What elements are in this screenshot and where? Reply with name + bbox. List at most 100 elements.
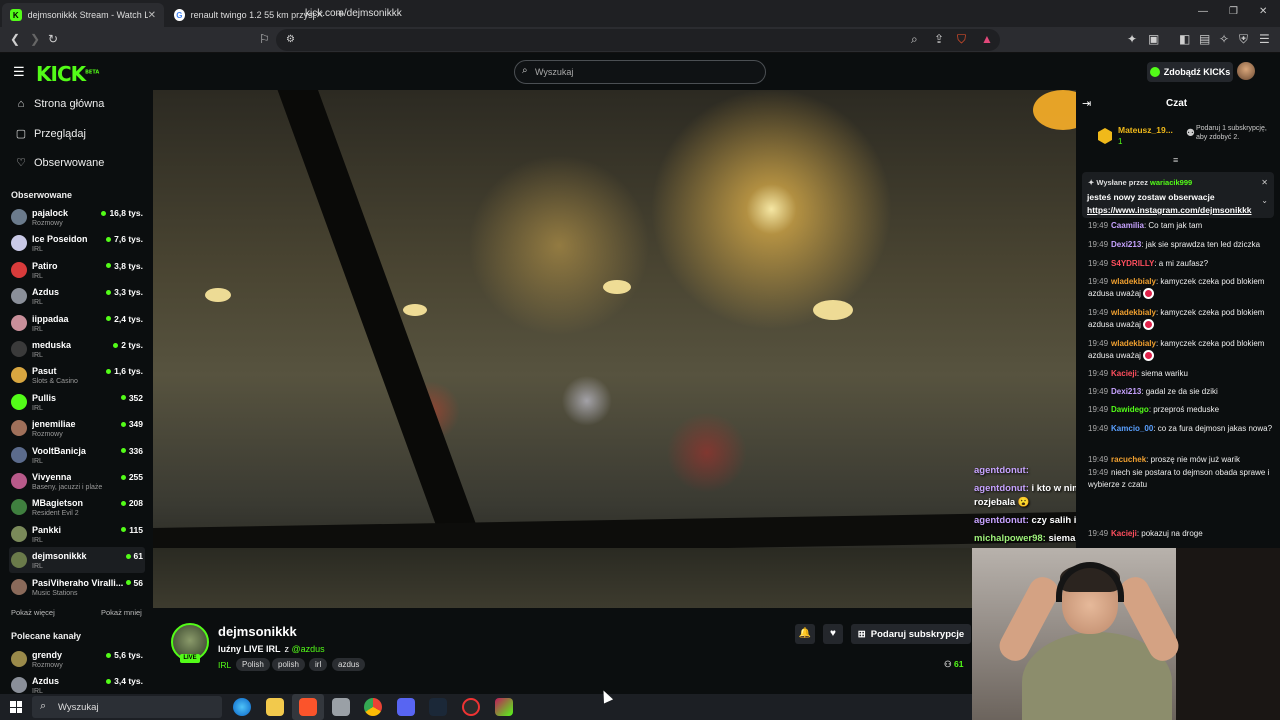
followed-channel-item[interactable]: dejmsonikkk IRL 61 <box>9 547 145 574</box>
chat-message[interactable]: 19:49 S4YDRILLY: a mi zaufasz? <box>1088 258 1274 270</box>
notification-bell-icon[interactable]: 🔔 <box>795 624 815 644</box>
channel-category: IRL <box>32 563 43 571</box>
taskbar-search[interactable]: ⌕ Wyszukaj <box>32 696 222 718</box>
get-kicks-button[interactable]: Zdobądź KICKs <box>1147 62 1233 82</box>
followed-channel-item[interactable]: VooltBanicja IRL 336 <box>9 442 145 468</box>
viewer-count: 7,6 tys. <box>106 234 143 244</box>
followed-channel-item[interactable]: Pankki IRL 115 <box>9 521 145 547</box>
chat-message[interactable]: 19:49 racuchek: proszę nie mów już warik <box>1088 454 1274 466</box>
user-avatar[interactable] <box>1237 62 1255 80</box>
back-icon[interactable]: ❮ <box>10 32 20 46</box>
discord-icon[interactable] <box>397 698 415 716</box>
windshield-wiper <box>263 90 491 577</box>
chat-message[interactable]: 19:49 Dexi213: gadal ze da sie dziki <box>1088 386 1274 398</box>
followed-channel-item[interactable]: Ice Poseidon IRL 7,6 tys. <box>9 230 145 256</box>
windows-start-icon[interactable] <box>10 701 22 713</box>
chat-message[interactable]: 19:49 niech sie postara to dejmson obada … <box>1088 467 1274 491</box>
nav-browse[interactable]: ▢ Przeglądaj <box>14 127 86 141</box>
leo-ai-icon[interactable]: ✧ <box>1219 32 1229 46</box>
tag[interactable]: irl <box>309 658 328 671</box>
pinned-link[interactable]: https://www.instagram.com/dejmsonikkk <box>1087 205 1265 215</box>
followed-channel-item[interactable]: meduska IRL 2 tys. <box>9 336 145 362</box>
tab-groups-icon[interactable]: ▣ <box>1148 32 1159 46</box>
address-bar[interactable] <box>276 29 1000 51</box>
site-info-icon[interactable]: ⚙ <box>286 34 295 45</box>
hamburger-menu-icon[interactable]: ☰ <box>13 64 25 80</box>
close-window-button[interactable]: ✕ <box>1259 6 1267 17</box>
menu-icon[interactable]: ☰ <box>1259 32 1270 46</box>
nav-following[interactable]: ♡ Obserwowane <box>14 156 104 170</box>
chevron-down-icon[interactable]: ⌄ <box>1261 196 1268 205</box>
show-more-link[interactable]: Pokaż więcej <box>11 608 55 617</box>
followed-channel-item[interactable]: Azdus IRL 3,3 tys. <box>9 283 145 309</box>
followed-channel-item[interactable]: PasiViheraho Viralli... Music Stations 56 <box>9 574 145 600</box>
gift-subscription-button[interactable]: ⊞ Podaruj subskrypcje <box>851 624 971 644</box>
category-link[interactable]: IRL <box>218 660 231 670</box>
tag[interactable]: azdus <box>332 658 366 671</box>
file-explorer-icon[interactable] <box>266 698 284 716</box>
chat-message[interactable]: 19:49 Dawidego: przeproś meduske <box>1088 404 1274 416</box>
app-icon[interactable] <box>332 698 350 716</box>
tag[interactable]: Polish <box>236 658 270 671</box>
chat-message[interactable]: 19:49 Kamcio_00: co za fura dejmosn jakas… <box>1088 423 1274 435</box>
tab-kick[interactable]: K dejmsonikkk Stream - Watch Live ✕ <box>2 3 164 27</box>
edge-icon[interactable] <box>233 698 251 716</box>
video-player[interactable] <box>153 90 1076 608</box>
recommended-channel-item[interactable]: grendy Rozmowy 5,6 tys. <box>9 646 145 672</box>
collapse-chat-icon[interactable]: ⇥ <box>1082 97 1091 110</box>
with-user-link[interactable]: @azdus <box>292 644 325 654</box>
brave-rewards-icon[interactable]: ▲ <box>981 32 993 46</box>
followed-channel-item[interactable]: jenemiliae Rozmowy 349 <box>9 415 145 441</box>
obs-icon[interactable] <box>462 698 480 716</box>
followed-channel-item[interactable]: pajalock Rozmowy 16,8 tys. <box>9 204 145 230</box>
followed-channel-item[interactable]: Patiro IRL 3,8 tys. <box>9 257 145 283</box>
url-text[interactable]: kick.com/dejmsonikkk <box>305 8 402 19</box>
search-input[interactable]: ⌕ Wyszukaj <box>514 60 766 84</box>
chrome-icon[interactable] <box>364 698 382 716</box>
nav-home[interactable]: ⌂ Strona główna <box>14 98 105 110</box>
chat-message[interactable]: 19:49 wladekbialy: kamyczek czeka pod blo… <box>1088 276 1274 300</box>
brave-shield-icon[interactable]: ⛉ <box>957 32 966 47</box>
restore-button[interactable]: ❐ <box>1229 6 1238 17</box>
chat-username: wladekbialy <box>1111 308 1156 317</box>
reload-icon[interactable]: ↻ <box>48 32 58 46</box>
chat-message[interactable]: 19:49 wladekbialy: kamyczek czeka pod blo… <box>1088 338 1274 362</box>
channel-name[interactable]: dejmsonikkk <box>218 624 297 639</box>
zoom-icon[interactable]: ⌕ <box>911 32 918 47</box>
channel-name: Vivyenna <box>32 472 72 482</box>
chat-message[interactable]: 19:49 Caamilia: Co tam jak tam <box>1088 220 1274 232</box>
chat-message[interactable]: 19:49 Kacieji: siema wariku <box>1088 368 1274 380</box>
wallet-icon[interactable]: ▤ <box>1199 32 1210 46</box>
chat-title: Czat <box>1166 98 1188 109</box>
vpn-icon[interactable]: ⛨ <box>1239 32 1248 47</box>
kick-logo[interactable]: KICKBETA <box>36 62 99 86</box>
followed-channel-item[interactable]: iippadaa IRL 2,4 tys. <box>9 310 145 336</box>
followed-channel-item[interactable]: MBagietson Resident Evil 2 208 <box>9 494 145 520</box>
unpin-icon[interactable]: ✕ <box>1261 178 1268 187</box>
chat-text: co za fura dejmosn jakas nowa? <box>1157 424 1273 433</box>
minimize-button[interactable]: — <box>1198 6 1208 17</box>
tag[interactable]: polish <box>272 658 305 671</box>
gift-leaderboard[interactable]: Mateusz_19... 1 ⚉ Podaruj 1 subskrypcję,… <box>1082 118 1274 156</box>
share-icon[interactable]: ⇪ <box>934 32 944 46</box>
followed-channel-item[interactable]: Pullis IRL 352 <box>9 389 145 415</box>
live-dot-icon <box>120 421 126 427</box>
gift-promo-text: Podaruj 1 subskrypcję, aby zdobyć 2. <box>1196 125 1267 141</box>
show-less-link[interactable]: Pokaż mniej <box>101 608 142 617</box>
extensions-icon[interactable]: ✦ <box>1127 32 1137 46</box>
chat-message[interactable]: 19:49 wladekbialy: kamyczek czeka pod blo… <box>1088 307 1274 331</box>
brave-icon[interactable] <box>299 698 317 716</box>
follow-heart-icon[interactable]: ♥ <box>823 624 843 644</box>
chat-message[interactable]: 19:49 Kacieji: pokazuj na droge <box>1088 528 1274 540</box>
chat-filter-icon[interactable]: ≡ <box>1173 155 1178 165</box>
chat-message[interactable]: 19:49 Dexi213: jak sie sprawdza ten led d… <box>1088 239 1274 251</box>
followed-channel-item[interactable]: Vivyenna Baseny, jacuzzi i plaże 255 <box>9 468 145 494</box>
steam-icon[interactable] <box>429 698 447 716</box>
close-tab-icon[interactable]: ✕ <box>148 10 156 21</box>
bookmark-icon[interactable]: ⚐ <box>259 32 270 46</box>
forward-icon[interactable]: ❯ <box>30 32 40 46</box>
sidebar-icon[interactable]: ◧ <box>1179 32 1190 46</box>
pinned-message[interactable]: ✦ Wysłane przez wariacik999 jesteś nowy … <box>1082 172 1274 218</box>
followed-channel-item[interactable]: Pasut Slots & Casino 1,6 tys. <box>9 362 145 388</box>
app-icon[interactable] <box>495 698 513 716</box>
